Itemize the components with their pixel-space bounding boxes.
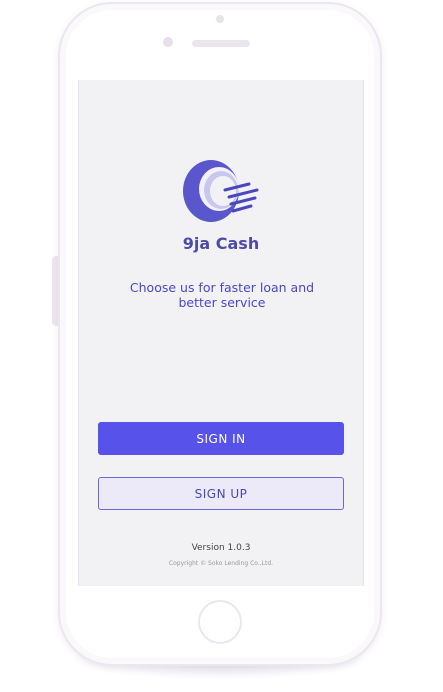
phone-home-button bbox=[198, 600, 242, 644]
app-name: 9ja Cash bbox=[182, 234, 260, 253]
version-label: Version 1.0.3 bbox=[191, 543, 251, 553]
app-screen: 9ja Cash Choose us for faster loan and b… bbox=[78, 80, 364, 586]
copyright-label: Copyright © Soko Lending Co.,Ltd. bbox=[168, 560, 274, 567]
sign-in-button[interactable]: SIGN IN bbox=[98, 422, 344, 455]
app-tagline: Choose us for faster loan and better ser… bbox=[129, 280, 315, 310]
phone-front-sensor bbox=[163, 37, 173, 47]
sign-up-button[interactable]: SIGN UP bbox=[98, 477, 344, 510]
q-speed-logo-icon bbox=[183, 160, 259, 222]
phone-speaker bbox=[192, 40, 250, 47]
phone-camera bbox=[216, 15, 224, 23]
